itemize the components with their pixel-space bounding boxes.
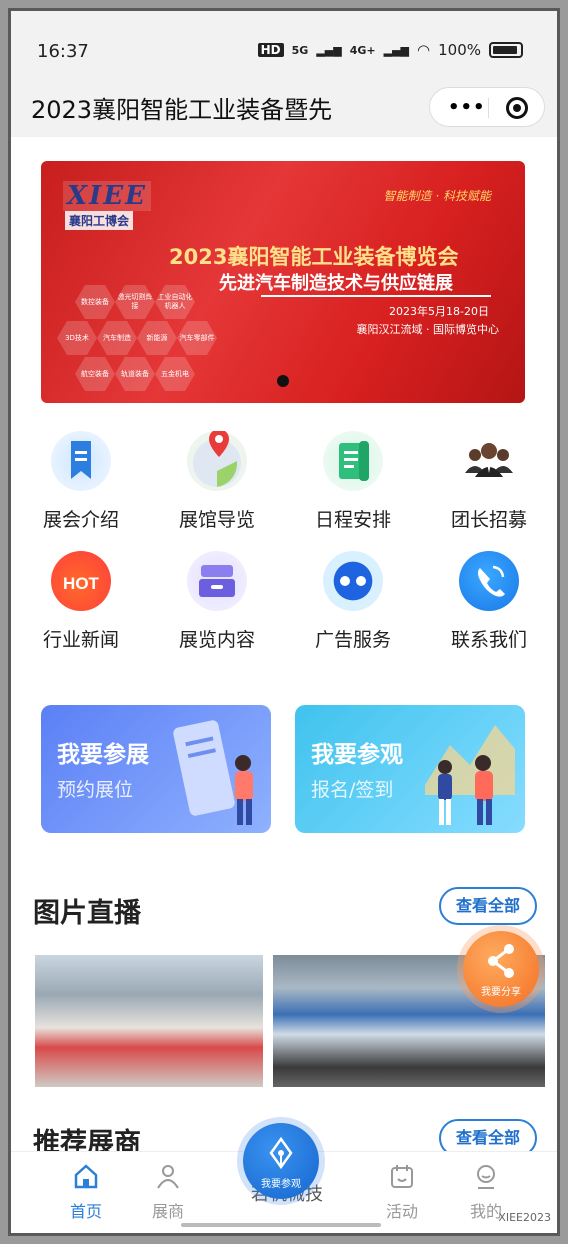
exhibit-card-title: 我要参展 [57, 742, 149, 768]
banner-tag: 航空装备 [75, 357, 115, 391]
menu-label: 广告服务 [314, 629, 391, 651]
menu-label: 展会介绍 [42, 509, 119, 531]
xiee-logo-sub: 襄阳工博会 [65, 211, 134, 230]
pen-icon [269, 1137, 293, 1170]
miniapp-capsule: ••• [429, 87, 545, 127]
banner-slogan: 智能制造 · 科技赋能 [383, 189, 491, 203]
exhibit-card[interactable]: 我要参展 预约展位 [41, 705, 271, 833]
exhibitor-icon [157, 1165, 179, 1189]
network-5g-label: 5G [291, 43, 309, 57]
battery-percent: 100% [438, 41, 481, 59]
banner-venue: 襄阳汉江流域 · 国际博览中心 [356, 323, 500, 336]
close-miniapp-icon[interactable] [506, 97, 528, 119]
tab-label: 首页 [69, 1202, 102, 1221]
tab-label: 展商 [151, 1202, 184, 1221]
banner-date: 2023年5月18-20日 [389, 305, 489, 318]
signal-icon: ▂▄▆ [316, 43, 342, 57]
people-icon [459, 431, 519, 491]
photo-see-all-button[interactable]: 查看全部 [439, 887, 537, 925]
wifi-icon: ◠ [417, 41, 431, 59]
menu-ad-service[interactable]: 广告服务 [303, 551, 403, 652]
menu-exhibition-intro[interactable]: 展会介绍 [31, 431, 131, 532]
menu-venue-guide[interactable]: 展馆导览 [167, 429, 267, 532]
photo-expo-hall-1[interactable] [35, 955, 263, 1087]
menu-label: 展馆导览 [178, 509, 255, 531]
menu-label: 日程安排 [314, 509, 391, 531]
banner-tag: 数控装备 [75, 285, 115, 319]
bookmark-icon [51, 431, 111, 491]
home-icon [74, 1164, 98, 1189]
banner-tag: 激光切割焊接 [115, 285, 155, 319]
banner-tag: 3D技术 [57, 321, 97, 355]
menu-label: 团长招募 [450, 509, 527, 531]
capsule-divider [488, 98, 489, 118]
share-label: 我要分享 [481, 987, 521, 998]
tab-events[interactable]: 活动 [367, 1162, 437, 1222]
battery-icon [489, 42, 523, 58]
banner-tag: 汽车零部件 [177, 321, 217, 355]
status-time: 16:37 [37, 41, 89, 62]
menu-exhibition-content[interactable]: 展览内容 [167, 551, 267, 652]
visit-card-title: 我要参观 [311, 742, 403, 768]
exhibit-card-subtitle: 预约展位 [57, 779, 134, 801]
visit-card[interactable]: 我要参观 报名/签到 [295, 705, 525, 833]
more-icon[interactable]: ••• [448, 97, 486, 118]
scroll-icon [323, 431, 383, 491]
banner-subtitle: 先进汽车制造技术与供应链展 [219, 273, 453, 294]
visit-card-subtitle: 报名/签到 [311, 779, 394, 801]
tab-label: 活动 [385, 1202, 418, 1221]
share-button[interactable]: 我要分享 [463, 931, 539, 1007]
home-indicator[interactable] [181, 1223, 381, 1227]
phone-icon [459, 551, 519, 611]
menu-group-recruit[interactable]: 团长招募 [439, 431, 539, 532]
status-bar: 16:37 HD 5G ▂▄▆ 4G+ ▂▄▆ ◠ 100% [11, 11, 557, 75]
drawer-icon [187, 551, 247, 611]
status-icons: HD 5G ▂▄▆ 4G+ ▂▄▆ ◠ 100% [257, 41, 523, 59]
tab-home[interactable]: 首页 [51, 1162, 121, 1222]
banner-title: 2023襄阳智能工业装备博览会 [169, 245, 459, 269]
menu-label: 展览内容 [178, 629, 255, 651]
app-frame: 16:37 HD 5G ▂▄▆ 4G+ ▂▄▆ ◠ 100% 2023襄阳智能工… [8, 8, 560, 1236]
menu-industry-news[interactable]: HOT 行业新闻 [31, 551, 131, 652]
calendar-icon [391, 1165, 413, 1188]
visit-fab-button[interactable]: 我要参观 [243, 1123, 319, 1199]
title-bar: 2023襄阳智能工业装备暨先 ••• [11, 75, 557, 137]
hd-icon: HD [257, 43, 284, 57]
wechat-watermark: XIEE2023 [498, 1211, 551, 1224]
user-icon [477, 1165, 495, 1189]
menu-label: 行业新闻 [42, 629, 119, 651]
chart-illustration-icon [425, 725, 515, 825]
banner-tag: 汽车制造 [97, 321, 137, 355]
share-icon [488, 944, 514, 978]
map-pin-icon [187, 429, 247, 491]
banner-tag: 工业自动化机器人 [155, 285, 195, 319]
banner-tag: 新能源 [137, 321, 177, 355]
fab-label: 我要参观 [261, 1179, 301, 1190]
hot-icon: HOT [51, 551, 111, 611]
xiee-logo: XIEE [63, 181, 151, 211]
menu-label: 联系我们 [450, 629, 527, 651]
menu-contact-us[interactable]: 联系我们 [439, 551, 539, 652]
network-4g-label: 4G+ [349, 43, 376, 57]
banner-tag: 五金机电 [155, 357, 195, 391]
tab-exhibitors[interactable]: 展商 [133, 1162, 203, 1222]
hero-banner[interactable]: XIEE 襄阳工博会 智能制造 · 科技赋能 2023襄阳智能工业装备博览会 先… [41, 161, 525, 403]
dots-icon [323, 551, 383, 611]
photo-section-title: 图片直播 [33, 898, 141, 929]
menu-schedule[interactable]: 日程安排 [303, 431, 403, 532]
carousel-indicator[interactable] [277, 375, 289, 387]
page-title: 2023襄阳智能工业装备暨先 [31, 96, 333, 124]
svg-text:HOT: HOT [63, 574, 100, 593]
document-illustration-icon [173, 720, 253, 825]
banner-tag: 轨道装备 [115, 357, 155, 391]
banner-divider [261, 295, 491, 297]
signal-icon-2: ▂▄▆ [383, 43, 410, 57]
